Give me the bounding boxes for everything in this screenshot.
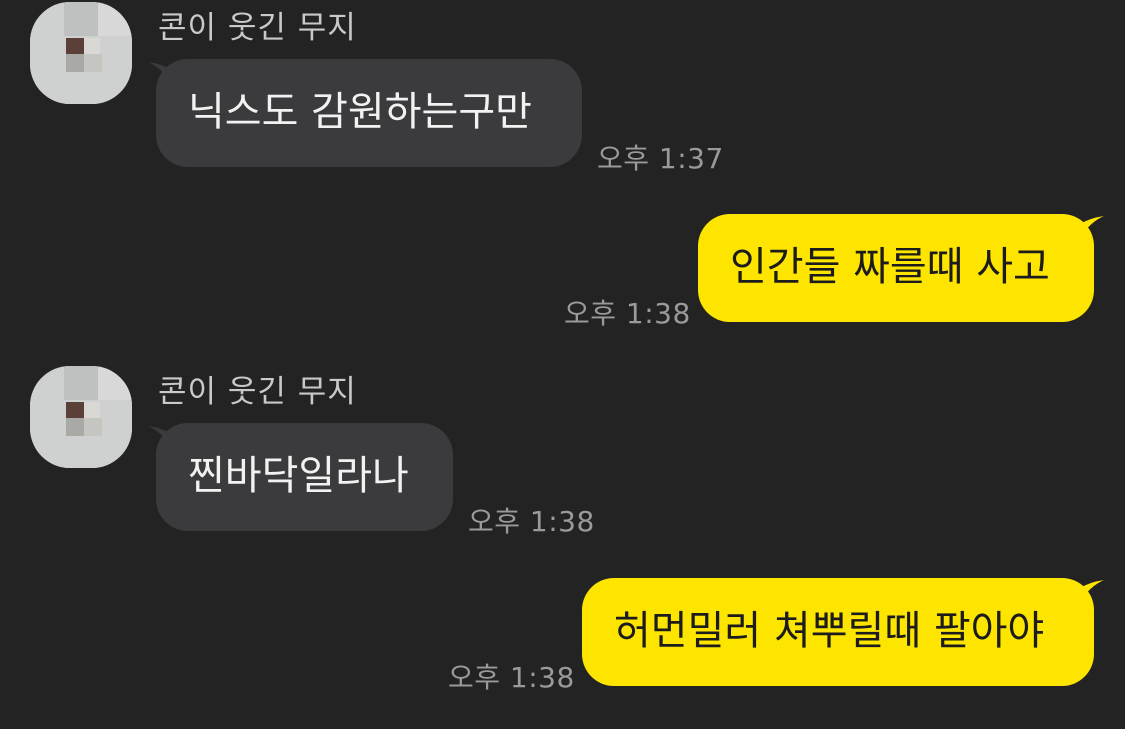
avatar-pixel bbox=[66, 54, 84, 72]
sender-name: 콘이 웃긴 무지 bbox=[158, 10, 357, 46]
avatar-pixel bbox=[84, 54, 102, 72]
avatar-pixel bbox=[98, 2, 132, 36]
avatar-pixel bbox=[84, 402, 100, 418]
message-bubble-incoming[interactable]: 닉스도 감원하는구만 bbox=[156, 59, 582, 167]
bubble-tail bbox=[1080, 216, 1104, 238]
avatar-pixel bbox=[64, 366, 98, 400]
avatar-pixel bbox=[66, 418, 84, 436]
sender-name: 콘이 웃긴 무지 bbox=[158, 374, 357, 410]
message-timestamp: 오후 1:37 bbox=[597, 142, 724, 175]
avatar-pixel bbox=[64, 2, 98, 36]
bubble-tail bbox=[1080, 580, 1104, 602]
avatar-pixel bbox=[98, 366, 132, 400]
message-bubble-outgoing[interactable]: 허먼밀러 쳐뿌릴때 팔아야 bbox=[582, 578, 1094, 686]
message-bubble-incoming[interactable]: 찐바닥일라나 bbox=[156, 423, 453, 531]
message-timestamp: 오후 1:38 bbox=[468, 505, 595, 538]
sender-avatar[interactable] bbox=[30, 2, 132, 104]
avatar-pixel bbox=[84, 418, 102, 436]
avatar-pixel bbox=[84, 38, 100, 54]
message-bubble-outgoing[interactable]: 인간들 짜를때 사고 bbox=[698, 214, 1094, 322]
avatar-pixel bbox=[66, 402, 84, 418]
message-timestamp: 오후 1:38 bbox=[564, 297, 691, 330]
sender-avatar[interactable] bbox=[30, 366, 132, 468]
chat-room: 콘이 웃긴 무지 닉스도 감원하는구만 오후 1:37 인간들 짜를때 사고 오… bbox=[0, 0, 1125, 729]
message-timestamp: 오후 1:38 bbox=[448, 661, 575, 694]
avatar-pixel bbox=[66, 38, 84, 54]
